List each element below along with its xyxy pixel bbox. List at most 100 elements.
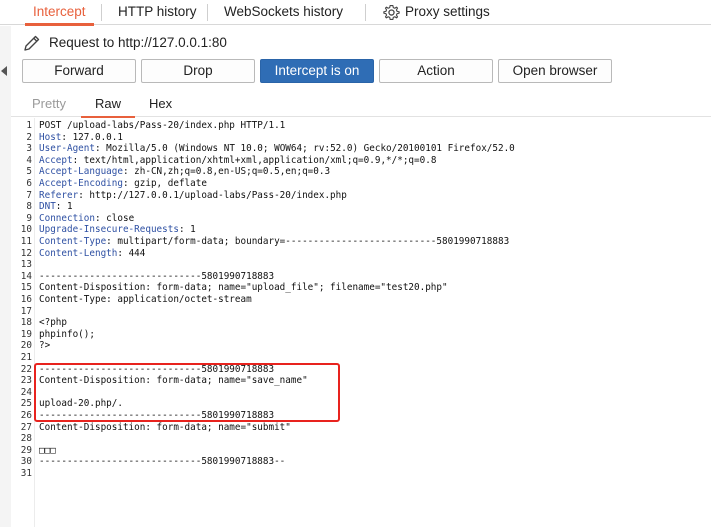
line-text: ?> [39, 340, 51, 352]
header-name: Accept-Encoding [39, 178, 123, 189]
line-number: 1 [26, 120, 32, 131]
line-number: 29 [20, 444, 32, 456]
line-number: 22 [20, 363, 32, 375]
forward-button[interactable]: Forward [22, 59, 136, 83]
line-number: 5 [26, 166, 32, 178]
line-text: Content-Disposition: form-data; name="su… [39, 421, 291, 433]
header-name: Upgrade-Insecure-Requests [39, 224, 179, 236]
line-number: 27 [20, 421, 32, 433]
line-number: 6 [26, 178, 32, 189]
line-content: Referer: http://127.0.0.1/upload-labs/Pa… [39, 190, 347, 202]
line-number: 9 [26, 212, 32, 224]
tab-raw[interactable]: Raw [80, 96, 136, 118]
proxy-tab-bar: Intercept HTTP history WebSockets histor… [0, 0, 711, 26]
header-name: DNT [39, 201, 56, 213]
line-content: Accept: text/html,application/xhtml+xml,… [39, 155, 436, 167]
line-number: 10 [20, 224, 32, 236]
line-text: : 127.0.0.1 [61, 131, 123, 143]
collapse-arrow-icon[interactable] [1, 66, 7, 76]
open-browser-button[interactable]: Open browser [498, 59, 612, 83]
line-number: 23 [20, 375, 32, 387]
line-content: Accept-Encoding: gzip, deflate [39, 178, 207, 190]
line-number: 21 [20, 352, 32, 363]
line-text: : 444 [117, 247, 146, 259]
line-number: 18 [20, 317, 32, 329]
line-number: 8 [26, 201, 32, 213]
line-number: 25 [20, 398, 32, 410]
line-content: Accept-Language: zh-CN,zh;q=0.8,en-US;q=… [39, 166, 330, 178]
line-content: ?> [39, 340, 50, 352]
line-text: : 1 [55, 201, 73, 213]
tab-proxy-settings[interactable]: Proxy settings [405, 0, 490, 25]
line-number: 30 [20, 456, 32, 468]
line-text: phpinfo(); [39, 328, 95, 340]
line-content: Content-Disposition: form-data; name="up… [39, 282, 448, 294]
line-content: POST /upload-labs/Pass-20/index.php HTTP… [39, 120, 285, 132]
tab-divider [207, 4, 208, 21]
header-name: Accept [39, 154, 73, 166]
message-view-tabs: Pretty Raw Hex [11, 92, 711, 118]
line-text: : Mozilla/5.0 (Windows NT 10.0; WOW64; r… [94, 143, 515, 155]
tab-http-history[interactable]: HTTP history [118, 0, 197, 25]
line-number: 24 [20, 386, 32, 398]
line-content: User-Agent: Mozilla/5.0 (Windows NT 10.0… [39, 143, 515, 155]
line-number: 17 [20, 305, 32, 317]
request-url-label: Request to http://127.0.0.1:80 [49, 35, 227, 50]
header-name: Content-Length [39, 247, 118, 259]
line-number: 15 [20, 282, 32, 294]
line-number: 4 [26, 154, 32, 166]
line-number: 3 [26, 143, 32, 155]
header-name: Connection [39, 212, 95, 224]
line-text: : zh-CN,zh;q=0.8,en-US;q=0.5,en;q=0.3 [122, 166, 331, 178]
line-text: Content-Disposition: form-data; name="up… [39, 282, 448, 294]
line-text: □□□ [39, 444, 56, 456]
tab-websockets-history[interactable]: WebSockets history [224, 0, 343, 25]
left-panel-strip [0, 26, 11, 527]
line-number: 12 [20, 247, 32, 259]
line-number: 11 [20, 236, 32, 247]
line-content: Upgrade-Insecure-Requests: 1 [39, 224, 196, 236]
tab-hex[interactable]: Hex [149, 96, 172, 111]
tab-divider [365, 4, 366, 21]
request-editor[interactable]: 1 POST /upload-labs/Pass-20/index.php HTT… [11, 118, 711, 527]
line-content: Content-Length: 444 [39, 248, 145, 260]
line-content: Host: 127.0.0.1 [39, 132, 123, 144]
line-content: phpinfo(); [39, 329, 95, 341]
line-text: -----------------------------58019907188… [39, 456, 286, 468]
line-number: 16 [20, 294, 32, 305]
line-content: Content-Type: multipart/form-data; bound… [39, 236, 509, 248]
line-text: Content-Type: application/octet-stream [39, 294, 252, 305]
line-content: DNT: 1 [39, 201, 73, 213]
pencil-icon [24, 35, 40, 51]
line-text: : gzip, deflate [122, 178, 207, 189]
header-name: Host [39, 131, 62, 143]
header-name: Content-Type [39, 236, 107, 247]
tab-divider [101, 4, 102, 21]
header-name: Accept-Language [39, 166, 123, 178]
line-text: : text/html,application/xhtml+xml,applic… [72, 154, 437, 166]
gear-icon[interactable] [383, 4, 400, 21]
line-number: 19 [20, 328, 32, 340]
line-number: 2 [26, 131, 32, 143]
line-number: 13 [20, 259, 32, 271]
line-number: 20 [20, 340, 32, 352]
line-content: Content-Type: application/octet-stream [39, 294, 252, 306]
tab-pretty[interactable]: Pretty [32, 96, 66, 111]
line-content: -----------------------------58019907188… [39, 456, 285, 468]
line-content: □□□ [39, 445, 56, 457]
line-text: POST /upload-labs/Pass-20/index.php HTTP… [39, 120, 286, 131]
intercept-toggle-button[interactable]: Intercept is on [260, 59, 374, 83]
line-text: : close [94, 212, 135, 224]
line-content: <?php [39, 317, 67, 329]
drop-button[interactable]: Drop [141, 59, 255, 83]
line-number: 28 [20, 433, 32, 445]
line-text: : multipart/form-data; boundary=--------… [106, 236, 510, 247]
line-text: <?php [39, 317, 67, 329]
line-content: Connection: close [39, 213, 134, 225]
line-number: 14 [20, 270, 32, 282]
highlight-annotation-box [34, 363, 340, 422]
action-button[interactable]: Action [379, 59, 493, 83]
tab-intercept[interactable]: Intercept [25, 0, 93, 26]
line-content: Content-Disposition: form-data; name="su… [39, 422, 291, 434]
line-number: 26 [20, 410, 32, 421]
